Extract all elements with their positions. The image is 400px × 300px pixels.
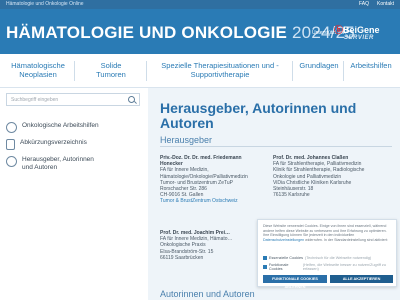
cookie-option-note: (Helfen, die Webseite besser zu nutzen/Z… xyxy=(302,263,386,271)
nav-label: Tumoren xyxy=(96,70,126,79)
main-nav: Hämatologische Neoplasien Solide Tumoren… xyxy=(0,54,400,88)
privacy-settings-link[interactable]: Datenschutzeinstellungen xyxy=(263,238,304,242)
site-header: HÄMATOLOGIE UND ONKOLOGIE 2024/25 Unters… xyxy=(0,9,400,54)
reject-functional-cookies-button[interactable]: FUNKTIONALE COOKIES ABLEHNEN xyxy=(263,275,327,289)
editor-line: 66119 Saarbrücken xyxy=(160,254,204,261)
nav-label: Supportivtherapie xyxy=(190,70,250,79)
nav-solide-tumoren[interactable]: Solide Tumoren xyxy=(80,61,142,79)
checkbox-icon[interactable] xyxy=(263,265,267,269)
accept-all-button[interactable]: ALLE AKZEPTIEREN xyxy=(330,275,393,283)
nav-label: Arbeitshilfen xyxy=(350,61,392,70)
user-circle-icon xyxy=(6,122,17,133)
faq-link[interactable]: FAQ xyxy=(359,1,369,7)
site-title[interactable]: HÄMATOLOGIE UND ONKOLOGIE 2024/25 xyxy=(6,23,355,43)
servier-logo: SERVIER xyxy=(344,35,374,41)
editor-line: 76135 Karlsruhe xyxy=(273,192,310,199)
cookie-text-tail: widerrufen. In der Standardeinstellung s… xyxy=(305,237,388,242)
sidebar-item-label: Onkologische Arbeitshilfen xyxy=(22,122,99,129)
document-icon xyxy=(6,139,15,150)
search-placeholder: Suchbegriff eingeben xyxy=(11,97,59,103)
nav-divider xyxy=(343,61,344,81)
cookie-option-note: (Technisch für die Webseite notwendig) xyxy=(304,256,372,260)
site-title-text: HÄMATOLOGIE UND ONKOLOGIE xyxy=(6,23,288,42)
sidebar-item-herausgeber[interactable]: Herausgeber, Autorinnen und Autoren xyxy=(6,156,96,172)
sidebar-item-arbeitshilfen[interactable]: Onkologische Arbeitshilfen xyxy=(6,122,99,133)
nav-divider xyxy=(74,61,75,81)
nav-label: Solide xyxy=(100,61,122,70)
editor-card: Prof. Dr. med. Joachim Prei… FA für Inne… xyxy=(160,230,268,261)
beigene-text: BeiGene xyxy=(343,25,380,35)
search-icon[interactable] xyxy=(128,96,135,103)
nav-haematologische-neoplasien[interactable]: Hämatologische Neoplasien xyxy=(6,61,70,79)
cookie-option-label: Essenzielle Cookies xyxy=(269,256,303,260)
checkbox-icon[interactable] xyxy=(263,256,267,260)
nav-divider xyxy=(146,61,147,81)
nav-spezielle-therapiesituationen[interactable]: Spezielle Therapiesituationen und - Supp… xyxy=(152,61,288,79)
section-heading-editors: Herausgeber xyxy=(160,135,213,145)
sidebar-item-label: Herausgeber, Autorinnen und Autoren xyxy=(22,156,94,171)
nav-arbeitshilfen[interactable]: Arbeitshilfen xyxy=(345,61,397,70)
site-label: Hämatologie und Onkologie Online xyxy=(6,1,84,7)
cookie-text-main: Diese Website verwendet Cookies. Einige … xyxy=(263,224,387,238)
nav-grundlagen[interactable]: Grundlagen xyxy=(296,61,342,70)
nav-label: Grundlagen xyxy=(299,61,339,70)
section-divider xyxy=(160,146,392,147)
contact-link[interactable]: Kontakt xyxy=(377,1,394,7)
page-title: Herausgeber, Autorinnen und Autoren xyxy=(160,100,357,131)
editor-card: Prof. Dr. med. Johannes Claßen FA für St… xyxy=(273,155,397,198)
nav-label: Hämatologische xyxy=(11,61,65,70)
people-icon xyxy=(6,156,17,167)
sidebar-item-label: Abkürzungsverzeichnis xyxy=(20,139,87,146)
beigene-mark-icon: ⓑ xyxy=(334,25,344,35)
cookie-option-label: Funktionale Cookies xyxy=(268,263,289,271)
editor-link[interactable]: Tumor & BrustZentrum Ostschweiz xyxy=(160,198,268,204)
top-bar: Hämatologie und Onkologie Online FAQ Kon… xyxy=(0,0,400,9)
cookie-option-functional[interactable]: Funktionale Cookies (Helfen, die Webseit… xyxy=(263,263,396,271)
sponsor-logo[interactable]: ⓑBeiGene SERVIER xyxy=(334,21,396,49)
editor-card: Priv.-Doz. Dr. Dr. med. Friedemann Honec… xyxy=(160,155,268,205)
search-field[interactable]: Suchbegriff eingeben xyxy=(6,93,140,106)
cookie-banner: Diese Website verwendet Cookies. Einige … xyxy=(257,219,397,289)
sidebar: Suchbegriff eingeben Onkologische Arbeit… xyxy=(0,88,148,300)
cookie-option-essential[interactable]: Essenzielle Cookies (Technisch für die W… xyxy=(263,256,371,260)
cookie-text: Diese Website verwendet Cookies. Einige … xyxy=(263,224,393,242)
top-links: FAQ Kontakt xyxy=(359,1,394,7)
nav-label: Neoplasien xyxy=(19,70,57,79)
nav-label: Spezielle Therapiesituationen und - xyxy=(161,61,279,70)
sidebar-item-abkuerzungen[interactable]: Abkürzungsverzeichnis xyxy=(6,139,87,150)
nav-divider xyxy=(292,61,293,81)
section-heading-authors: Autorinnen und Autoren xyxy=(160,289,255,299)
